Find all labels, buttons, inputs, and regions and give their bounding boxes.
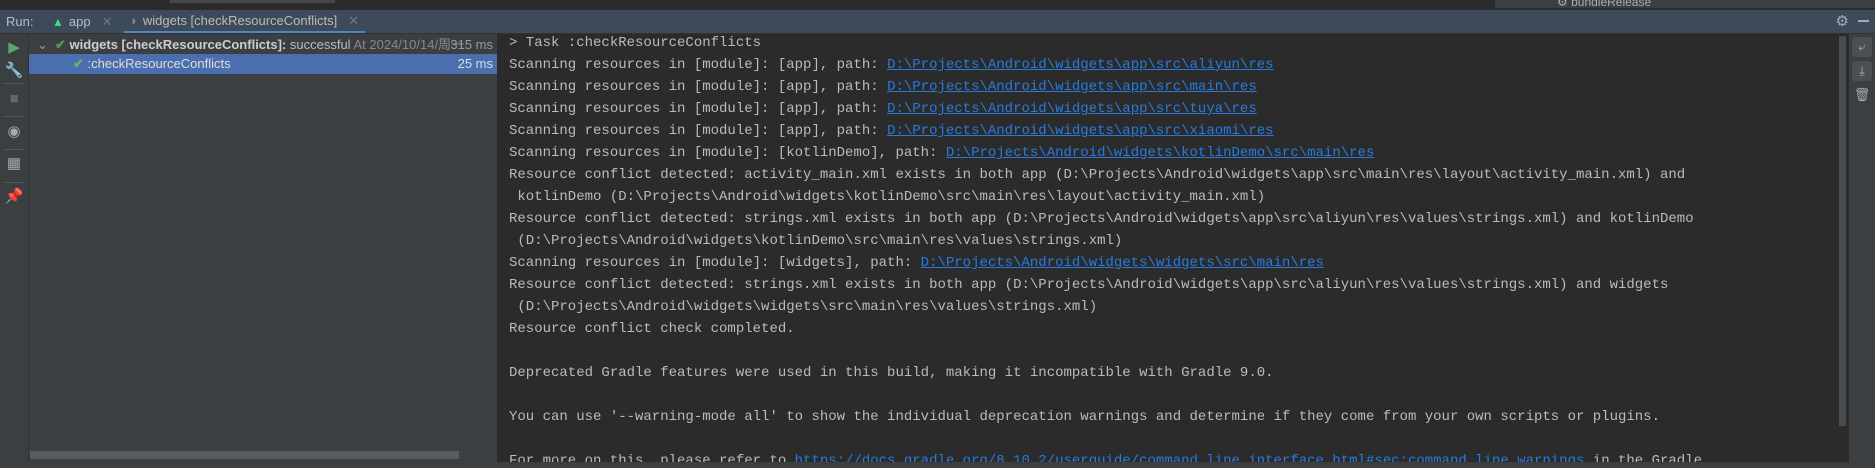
bottom-border xyxy=(0,462,1875,468)
root-duration: 315 ms xyxy=(450,37,493,52)
console-line: Deprecated Gradle features were used in … xyxy=(509,362,1274,384)
build-tree: ⌄ ✔ widgets [checkResourceConflicts]: su… xyxy=(29,34,497,462)
check-icon: ✔ xyxy=(55,37,66,52)
scroll-to-end-icon[interactable]: ⤓ xyxy=(1852,61,1872,81)
console-line: Scanning resources in [module]: [app], p… xyxy=(509,120,1274,142)
console-line: You can use '--warning-mode all' to show… xyxy=(509,406,1660,428)
run-label: Run: xyxy=(6,14,34,29)
console-line: Resource conflict detected: strings.xml … xyxy=(509,208,1694,230)
stop-icon[interactable]: ■ xyxy=(5,89,23,107)
trash-icon[interactable]: 🗑 xyxy=(1852,85,1872,105)
console-line: For more on this, please refer to https:… xyxy=(509,450,1702,462)
console-path-link[interactable]: D:\Projects\Android\widgets\widgets\src\… xyxy=(921,255,1324,271)
eye-icon[interactable]: ◉ xyxy=(5,122,23,140)
root-task-name: widgets [checkResourceConflicts]: xyxy=(69,37,287,52)
console-path-link[interactable]: D:\Projects\Android\widgets\app\src\xiao… xyxy=(887,123,1273,139)
run-config-label: bundleRelease xyxy=(1571,0,1652,8)
tab-label: widgets [checkResourceConflicts] xyxy=(142,13,338,28)
console-text: Resource conflict check completed. xyxy=(509,321,795,337)
console-line: Resource conflict check completed. xyxy=(509,318,795,340)
layout-icon[interactable]: ▦ xyxy=(5,154,23,172)
console-path-link[interactable]: D:\Projects\Android\widgets\app\src\tuya… xyxy=(887,101,1257,117)
console-text: You can use '--warning-mode all' to show… xyxy=(509,409,1660,425)
close-icon[interactable]: ✕ xyxy=(102,14,113,30)
console-text: kotlinDemo (D:\Projects\Android\widgets\… xyxy=(509,189,1266,205)
console-line: Scanning resources in [module]: [widgets… xyxy=(509,252,1324,274)
child-duration: 25 ms xyxy=(457,56,493,71)
root-timestamp: At 2024/10/14/周一 xyxy=(353,37,465,52)
child-task-name: :checkResourceConflicts xyxy=(87,56,231,71)
console-line: Scanning resources in [module]: [app], p… xyxy=(509,98,1257,120)
console-output[interactable]: > Task :checkResourceConflicts Scanning r… xyxy=(498,34,1838,462)
android-icon: ▲ xyxy=(52,14,64,29)
console-text: (D:\Projects\Android\widgets\kotlinDemo\… xyxy=(509,233,1123,249)
top-strip: ⚙ bundleRelease xyxy=(0,0,1875,10)
console-line: Scanning resources in [module]: [app], p… xyxy=(509,54,1274,76)
toolbar-field xyxy=(170,0,335,3)
console-text: Resource conflict detected: activity_mai… xyxy=(509,167,1686,183)
console-line: kotlinDemo (D:\Projects\Android\widgets\… xyxy=(509,186,1265,208)
console-text: Scanning resources in [module]: [app], p… xyxy=(509,57,888,73)
wrench-icon[interactable]: 🔧 xyxy=(5,61,24,79)
console-text: (D:\Projects\Android\widgets\widgets\src… xyxy=(509,299,1098,315)
run-tab-bar: Run: ▲ app ✕ ◗ widgets [checkResourceCon… xyxy=(0,10,1875,34)
console-path-link[interactable]: D:\Projects\Android\widgets\kotlinDemo\s… xyxy=(946,145,1374,161)
console-text: Resource conflict detected: strings.xml … xyxy=(509,277,1669,293)
console-text: Resource conflict detected: strings.xml … xyxy=(509,211,1694,227)
check-icon: ✔ xyxy=(73,56,84,71)
tree-row-child[interactable]: ✔ :checkResourceConflicts 25 ms xyxy=(29,54,497,74)
gear-icon: ⚙ xyxy=(1557,0,1572,8)
console-path-link[interactable]: D:\Projects\Android\widgets\app\src\aliy… xyxy=(887,57,1273,73)
tab-app[interactable]: ▲ app ✕ xyxy=(52,10,113,33)
console-right-toolbar: ⤶ ⤓ 🗑 xyxy=(1849,34,1875,462)
console-line: Resource conflict detected: activity_mai… xyxy=(509,164,1685,186)
console-line: Scanning resources in [module]: [app], p… xyxy=(509,76,1257,98)
console-text: in the Gradle xyxy=(1584,453,1703,462)
console-text: Scanning resources in [module]: [app], p… xyxy=(509,101,888,117)
console-line: Scanning resources in [module]: [kotlinD… xyxy=(509,142,1374,164)
root-status: successful xyxy=(289,37,351,52)
console-text: Scanning resources in [module]: [widgets… xyxy=(509,255,921,271)
console-line: > Task :checkResourceConflicts xyxy=(509,34,761,54)
console-text: Scanning resources in [module]: [app], p… xyxy=(509,79,888,95)
minimize-icon[interactable] xyxy=(1858,20,1869,22)
console-path-link[interactable]: https://docs.gradle.org/8.10.2/userguide… xyxy=(795,453,1585,462)
console-text: Scanning resources in [module]: [kotlinD… xyxy=(509,145,946,161)
tab-label: app xyxy=(68,14,91,29)
run-config-selector[interactable]: ⚙ bundleRelease xyxy=(1495,0,1875,8)
pin-icon[interactable]: 📌 xyxy=(5,187,24,205)
console-text: > Task :checkResourceConflicts xyxy=(509,35,762,51)
soft-wrap-icon[interactable]: ⤶ xyxy=(1852,37,1872,57)
tab-widgets-checkresourceconflicts[interactable]: ◗ widgets [checkResourceConflicts] ✕ xyxy=(124,10,366,33)
close-icon[interactable]: ✕ xyxy=(348,13,359,29)
console-line: Resource conflict detected: strings.xml … xyxy=(509,274,1668,296)
console-text: Deprecated Gradle features were used in … xyxy=(509,365,1274,381)
console-text: Scanning resources in [module]: [app], p… xyxy=(509,123,888,139)
console-line: (D:\Projects\Android\widgets\kotlinDemo\… xyxy=(509,230,1122,252)
scrollbar-thumb[interactable] xyxy=(1839,36,1846,426)
console-line: (D:\Projects\Android\widgets\widgets\src… xyxy=(509,296,1097,318)
settings-gear-icon[interactable]: ⚙ xyxy=(1836,12,1849,30)
run-left-toolbar: ▶ 🔧 ■ ◉ ▦ 📌 xyxy=(0,34,29,462)
console-vertical-scrollbar[interactable] xyxy=(1838,34,1848,462)
tree-row-root[interactable]: ⌄ ✔ widgets [checkResourceConflicts]: su… xyxy=(29,37,497,53)
tree-horizontal-scrollbar[interactable] xyxy=(30,451,459,459)
rerun-play-icon[interactable]: ▶ xyxy=(5,38,23,56)
gradle-elephant-icon: ◗ xyxy=(130,13,138,28)
console-path-link[interactable]: D:\Projects\Android\widgets\app\src\main… xyxy=(887,79,1257,95)
chevron-down-icon[interactable]: ⌄ xyxy=(37,37,48,53)
console-text: For more on this, please refer to xyxy=(509,453,795,462)
